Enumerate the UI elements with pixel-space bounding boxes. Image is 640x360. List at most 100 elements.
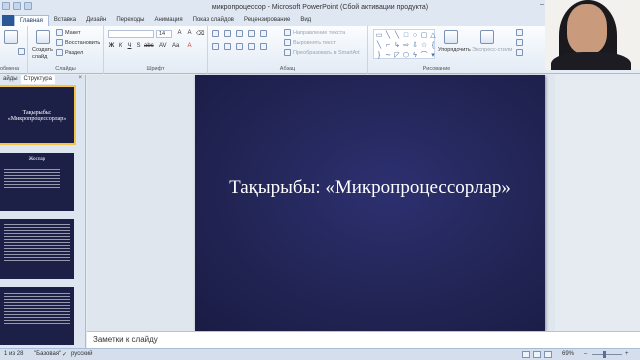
spellcheck-icon[interactable]: ✓: [62, 351, 67, 358]
paste-icon[interactable]: [4, 30, 18, 44]
layout-button[interactable]: Макет: [56, 29, 81, 36]
line-shape-icon[interactable]: ╲: [384, 31, 392, 40]
shapes-gallery[interactable]: ▭ ╲ ╲ □ ○ ▢ △ ╲ ⌐ ↳ ⇨ ⇩ ☆ { } ∼ ◸ ⬡ ϟ ⌒: [373, 29, 437, 60]
font-size-field[interactable]: 14: [156, 30, 172, 38]
reset-button[interactable]: Восстановить: [56, 39, 100, 46]
align-text-button[interactable]: Выровнять текст: [284, 39, 336, 46]
close-pane-icon[interactable]: ×: [78, 75, 82, 81]
text-direction-button[interactable]: Направление текста: [284, 29, 345, 36]
numbering-icon[interactable]: [224, 30, 231, 37]
line-shape-icon[interactable]: ╲: [393, 31, 401, 40]
italic-icon[interactable]: К: [117, 43, 124, 49]
text-direction-icon: [284, 29, 291, 36]
tab-home[interactable]: Главная: [14, 15, 49, 26]
star-shape-icon[interactable]: ☆: [420, 41, 428, 50]
shrink-font-icon[interactable]: A: [186, 30, 193, 36]
bullets-icon[interactable]: [212, 30, 219, 37]
brace-shape-icon[interactable]: }: [375, 51, 383, 60]
shape-fill-icon[interactable]: [516, 29, 523, 36]
curve-shape-icon[interactable]: ∼: [384, 51, 392, 60]
align-center-icon[interactable]: [224, 43, 231, 50]
tab-design[interactable]: Дизайн: [81, 15, 111, 26]
underline-icon[interactable]: Ч: [126, 43, 133, 49]
shape-outline-icon[interactable]: [516, 39, 523, 46]
tab-outline[interactable]: Структура: [20, 75, 55, 84]
zoom-slider[interactable]: [592, 354, 622, 355]
connector-shape-icon[interactable]: ⌐: [384, 41, 392, 50]
redo-icon[interactable]: [24, 2, 32, 10]
zoom-in-icon[interactable]: +: [625, 351, 629, 357]
lightning-shape-icon[interactable]: ϟ: [411, 51, 419, 60]
quick-styles-button[interactable]: Экспресс-стили: [472, 47, 512, 53]
file-tab[interactable]: [2, 15, 14, 26]
window-title: микропроцессор - Microsoft PowerPoint (С…: [211, 3, 429, 11]
slide-editing-area: Тақырыбы: «Микропроцессорлар»: [87, 75, 555, 331]
font-name-field[interactable]: [108, 30, 154, 38]
rectangle-shape-icon[interactable]: □: [402, 31, 410, 40]
section-button[interactable]: Раздел: [56, 49, 83, 56]
strikethrough-icon[interactable]: abc: [144, 43, 154, 49]
hexagon-shape-icon[interactable]: ⬡: [402, 51, 410, 60]
rounded-rect-shape-icon[interactable]: ▢: [420, 31, 428, 40]
tab-insert[interactable]: Вставка: [49, 15, 81, 26]
spacing-icon[interactable]: AV: [159, 43, 167, 49]
bold-icon[interactable]: Ж: [108, 43, 115, 49]
decrease-indent-icon[interactable]: [236, 30, 243, 37]
more-shapes-icon[interactable]: ▾: [429, 51, 437, 60]
tab-transitions[interactable]: Переходы: [111, 15, 149, 26]
shape-effects-icon[interactable]: [516, 49, 523, 56]
connector-shape-icon[interactable]: ↳: [393, 41, 401, 50]
oval-shape-icon[interactable]: ○: [411, 31, 419, 40]
callout-shape-icon[interactable]: ◸: [393, 51, 401, 60]
tab-slideshow[interactable]: Показ слайдов: [188, 15, 239, 26]
align-left-icon[interactable]: [212, 43, 219, 50]
save-icon[interactable]: [2, 2, 10, 10]
triangle-shape-icon[interactable]: △: [429, 31, 437, 40]
arrange-button[interactable]: Упорядочить: [438, 47, 471, 53]
slide-thumbnail-3[interactable]: [0, 219, 74, 279]
columns-icon[interactable]: [260, 43, 267, 50]
clipboard-group: обмена: [0, 26, 28, 74]
line-shape-icon[interactable]: ╲: [375, 41, 383, 50]
slide-thumbnail-2[interactable]: Жоспар: [0, 153, 74, 211]
tab-view[interactable]: Вид: [295, 15, 316, 26]
tab-animations[interactable]: Анимация: [149, 15, 187, 26]
undo-icon[interactable]: [13, 2, 21, 10]
zoom-level[interactable]: 69%: [562, 351, 574, 357]
align-right-icon[interactable]: [236, 43, 243, 50]
cut-icon[interactable]: [18, 48, 25, 55]
shadow-icon[interactable]: S: [135, 43, 142, 49]
slide-thumbnail-4[interactable]: [0, 287, 74, 345]
notes-pane[interactable]: Заметки к слайду: [87, 331, 640, 348]
font-color-icon[interactable]: A: [186, 43, 193, 49]
normal-view-icon[interactable]: [522, 351, 530, 358]
clear-format-icon[interactable]: ⌫: [196, 30, 204, 37]
smartart-button[interactable]: Преобразовать в SmartArt: [284, 49, 360, 56]
slide-sorter-view-icon[interactable]: [533, 351, 541, 358]
tab-review[interactable]: Рецензирование: [239, 15, 295, 26]
pane-tabs: айды Структура: [0, 75, 86, 84]
brace-shape-icon[interactable]: {: [429, 41, 437, 50]
ribbon-tabs: Главная Вставка Дизайн Переходы Анимация…: [0, 14, 640, 26]
case-icon[interactable]: Aa: [172, 43, 179, 49]
line-spacing-icon[interactable]: [260, 30, 267, 37]
curve-shape-icon[interactable]: ⌒: [420, 51, 428, 60]
grow-font-icon[interactable]: A: [176, 30, 183, 36]
current-slide[interactable]: Тақырыбы: «Микропроцессорлар»: [195, 75, 545, 331]
zoom-out-icon[interactable]: –: [584, 351, 587, 357]
increase-indent-icon[interactable]: [248, 30, 255, 37]
tab-slides[interactable]: айды: [0, 75, 21, 84]
slide-thumbnail-1[interactable]: Тақырыбы: «Микропроцессорлар»: [0, 85, 76, 145]
justify-icon[interactable]: [248, 43, 255, 50]
arrow-shape-icon[interactable]: ⇨: [402, 41, 410, 50]
textbox-shape-icon[interactable]: ▭: [375, 31, 383, 40]
arrow-shape-icon[interactable]: ⇩: [411, 41, 419, 50]
zoom-slider-handle[interactable]: [603, 351, 606, 358]
new-slide-icon: [36, 30, 50, 44]
language-indicator[interactable]: русский: [71, 351, 93, 357]
new-slide-button[interactable]: Создать слайд: [32, 47, 56, 61]
slide-title[interactable]: Тақырыбы: «Микропроцессорлар»: [195, 177, 545, 199]
thumbnail-4-body: [0, 291, 74, 326]
arrange-icon: [444, 30, 458, 44]
reading-view-icon[interactable]: [544, 351, 552, 358]
